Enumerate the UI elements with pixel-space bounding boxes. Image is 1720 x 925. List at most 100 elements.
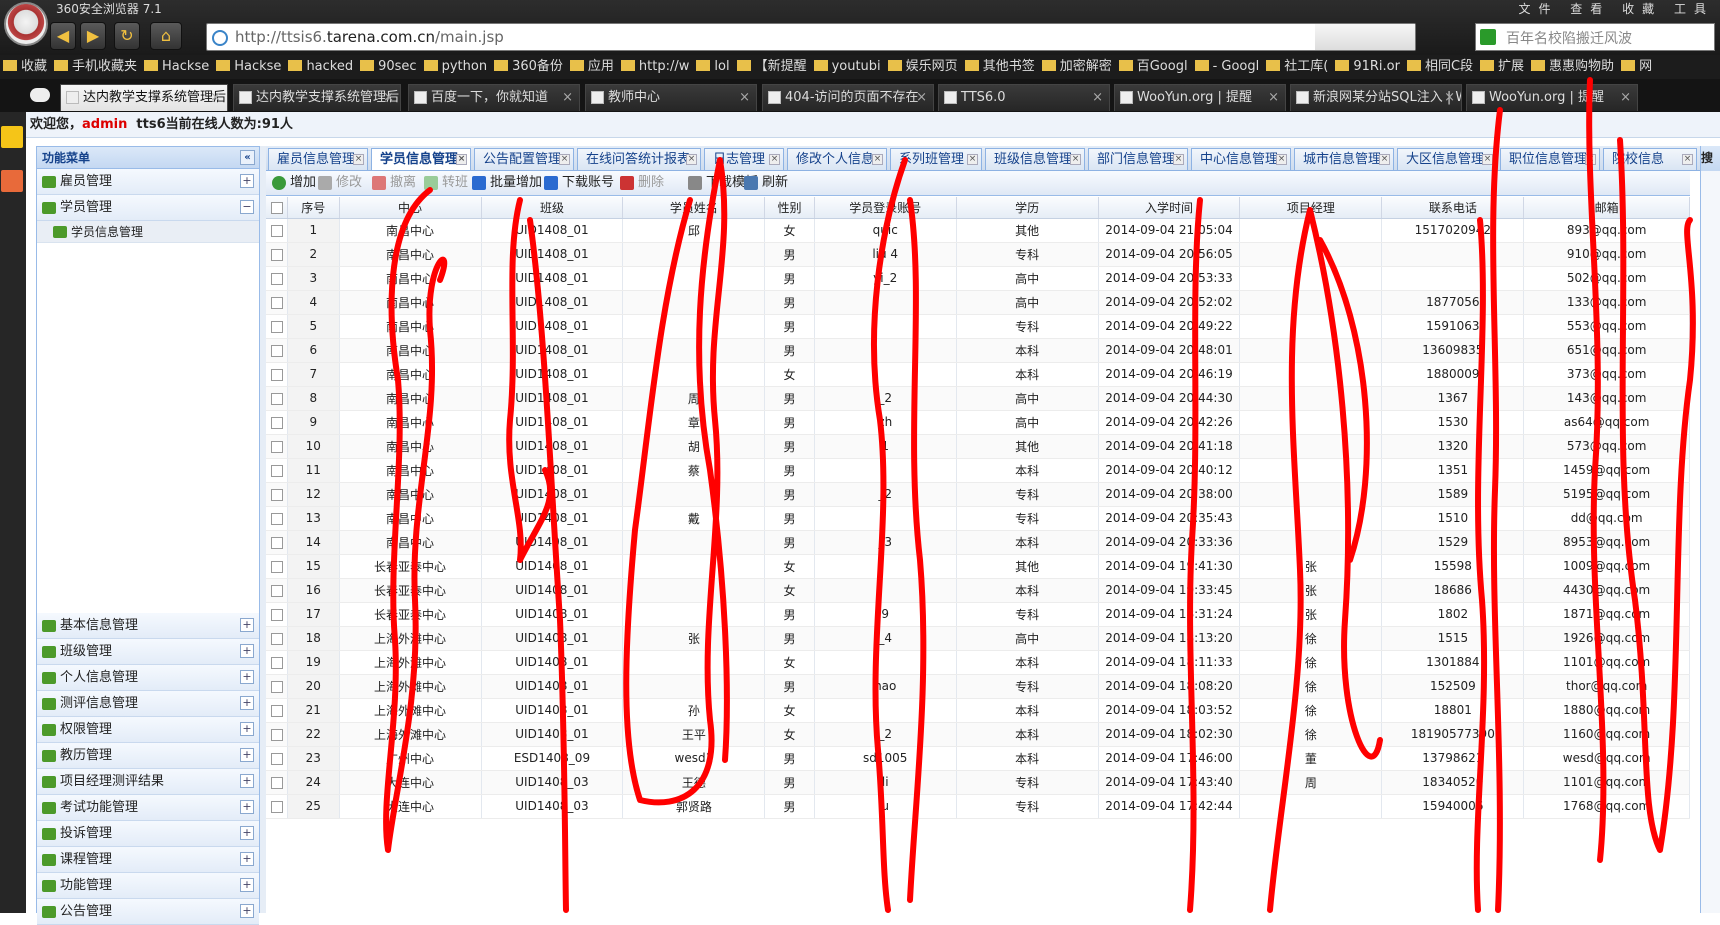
close-tab-icon[interactable]: × <box>916 85 927 110</box>
expand-icon[interactable]: + <box>240 722 254 736</box>
table-row[interactable]: 16 长春亚泰中心 UID1408_01 女 本科 2014-09-04 19:33:45… <box>266 578 1690 603</box>
row-checkbox-cell[interactable] <box>266 458 288 483</box>
sidebar-group[interactable]: 教历管理 + <box>37 743 259 769</box>
table-row[interactable]: 5 南昌中心 UID1408_01 男 专科 2014-09-04 20:49:22 159… <box>266 314 1690 339</box>
expand-icon[interactable]: + <box>240 774 254 788</box>
row-checkbox-cell[interactable] <box>266 218 288 243</box>
toolbar-button[interactable]: 转班 <box>424 175 468 191</box>
expand-icon[interactable]: + <box>240 852 254 866</box>
favorites-star-icon[interactable] <box>1 126 23 148</box>
row-checkbox-cell[interactable] <box>266 674 288 699</box>
bookmark-item[interactable]: 社工库( <box>1263 55 1332 79</box>
close-page-tab-icon[interactable]: × <box>1276 154 1287 165</box>
toolbar-button[interactable]: 批量增加 <box>472 175 542 191</box>
checkbox[interactable] <box>270 536 283 549</box>
sidebar-group-employee[interactable]: 雇员管理 + <box>37 169 259 195</box>
row-checkbox-cell[interactable] <box>266 386 288 411</box>
row-checkbox-cell[interactable] <box>266 578 288 603</box>
column-header[interactable]: 性别 <box>764 197 815 219</box>
bookmark-item[interactable]: 收藏 <box>0 55 51 79</box>
expand-icon[interactable]: + <box>240 800 254 814</box>
close-page-tab-icon[interactable]: × <box>353 154 364 165</box>
toolbar-button[interactable]: 撤离 <box>372 175 416 191</box>
bookmark-item[interactable]: http://w <box>618 55 693 79</box>
sidebar-item-student-info[interactable]: 学员信息管理 <box>37 221 259 243</box>
table-row[interactable]: 25 大连中心 UID1408_03 郭贤路男 u 专科 2014-09-04 17:42:… <box>266 794 1690 819</box>
row-checkbox-cell[interactable] <box>266 746 288 771</box>
table-row[interactable]: 12 南昌中心 UID1408_01 男 _2 专科 2014-09-04 20:38:00… <box>266 482 1690 507</box>
row-checkbox-cell[interactable] <box>266 242 288 267</box>
bookmark-item[interactable]: 娱乐网页 <box>885 55 962 79</box>
browser-tab[interactable]: 达内教学支撑系统管理后台 × <box>233 84 401 111</box>
table-row[interactable]: 20 上海外滩中心 UID1408_01 男 hao 专科 2014-09-04 18:08… <box>266 674 1690 699</box>
address-url[interactable]: http://ttsis6.tarena.com.cn/main.jsp <box>235 28 504 46</box>
bookmark-item[interactable]: youtubi <box>811 55 885 79</box>
browser-tab[interactable]: 新浪网某分站SQL注入 | W × <box>1290 84 1462 111</box>
checkbox[interactable] <box>270 608 283 621</box>
page-tab[interactable]: 修改个人信息 × <box>787 148 887 170</box>
checkbox[interactable] <box>270 440 283 453</box>
sidebar-group[interactable]: 测评信息管理 + <box>37 691 259 717</box>
checkbox[interactable] <box>270 776 283 789</box>
address-tools[interactable] <box>1315 24 1415 50</box>
row-checkbox-cell[interactable] <box>266 434 288 459</box>
menu-view[interactable]: 查看 <box>1570 2 1610 16</box>
toolbar-button[interactable]: 删除 <box>620 175 664 191</box>
browser-tab[interactable]: WooYun.org | 提醒 × <box>1466 84 1638 111</box>
row-checkbox-cell[interactable] <box>266 482 288 507</box>
select-all-checkbox[interactable] <box>266 197 288 219</box>
expand-icon[interactable]: + <box>240 644 254 658</box>
browser-tab[interactable]: WooYun.org | 提醒 × <box>1114 84 1286 111</box>
checkbox[interactable] <box>270 296 283 309</box>
column-header[interactable]: 联系电话 <box>1381 197 1525 219</box>
collapse-icon[interactable]: « <box>240 150 255 165</box>
bookmark-item[interactable]: python <box>421 55 491 79</box>
sidebar-group-student[interactable]: 学员管理 − <box>37 195 259 221</box>
table-row[interactable]: 10 南昌中心 UID1408_01 胡男 1 其他 2014-09-04 20:41:18… <box>266 434 1690 459</box>
browser-tab[interactable]: 达内教学支撑系统管理后台 × <box>60 84 228 111</box>
table-row[interactable]: 1 南昌中心 UID1408_01 邱女 quic 其他 2014-09-04 21:05:… <box>266 218 1690 243</box>
bookmark-item[interactable]: - Googl <box>1192 55 1264 79</box>
table-row[interactable]: 18 上海外滩中心 UID1408_01 张男 _4 高中 2014-09-04 18:13… <box>266 626 1690 651</box>
close-page-tab-icon[interactable]: × <box>1682 154 1693 165</box>
table-row[interactable]: 8 南昌中心 UID1408_01 周男 _2 高中 2014-09-04 20:44:30… <box>266 386 1690 411</box>
collapse-group-icon[interactable]: − <box>240 200 254 214</box>
table-row[interactable]: 19 上海外滩中心 UID1408_01 女 本科 2014-09-04 18:11:33… <box>266 650 1690 675</box>
sidebar-group[interactable]: 权限管理 + <box>37 717 259 743</box>
back-button[interactable]: ◀ <box>50 22 76 50</box>
table-row[interactable]: 9 南昌中心 UID1408_01 章男 zh 高中 2014-09-04 20:42:26… <box>266 410 1690 435</box>
close-page-tab-icon[interactable]: × <box>1585 154 1596 165</box>
checkbox[interactable] <box>270 560 283 573</box>
checkbox[interactable] <box>270 704 283 717</box>
checkbox[interactable] <box>270 752 283 765</box>
checkbox[interactable] <box>270 656 283 669</box>
bookmark-item[interactable]: 百Googl <box>1116 55 1192 79</box>
bookmark-item[interactable]: 网 <box>1618 55 1656 79</box>
column-header[interactable]: 学员登录账号 <box>814 197 957 219</box>
row-checkbox-cell[interactable] <box>266 506 288 531</box>
bookmark-item[interactable]: 加密解密 <box>1039 55 1116 79</box>
table-row[interactable]: 15 长春亚泰中心 UID1408_01 女 其他 2014-09-04 19:41:30… <box>266 554 1690 579</box>
bookmark-item[interactable]: 惠惠购物助 <box>1528 55 1618 79</box>
bookmark-item[interactable]: 相同C段 <box>1404 55 1477 79</box>
menu-favorites[interactable]: 收藏 <box>1622 2 1662 16</box>
bookmark-item[interactable]: 360备份 <box>491 55 567 79</box>
sidebar-group[interactable]: 项目经理测评结果 + <box>37 769 259 795</box>
row-checkbox-cell[interactable] <box>266 650 288 675</box>
sidebar-group[interactable]: 个人信息管理 + <box>37 665 259 691</box>
checkbox[interactable] <box>270 368 283 381</box>
checkbox[interactable] <box>270 632 283 645</box>
page-tab[interactable]: 中心信息管理 × <box>1191 148 1291 170</box>
toolbar-button[interactable]: 刷新 <box>744 175 788 191</box>
app-icon[interactable] <box>1 170 23 192</box>
expand-icon[interactable]: + <box>240 618 254 632</box>
column-header[interactable]: 学员姓名 <box>622 197 766 219</box>
column-header[interactable]: 邮箱 <box>1523 197 1690 219</box>
table-row[interactable]: 14 南昌中心 UID1408_01 男 _3 本科 2014-09-04 20:33:36… <box>266 530 1690 555</box>
row-checkbox-cell[interactable] <box>266 410 288 435</box>
bookmark-item[interactable]: 90sec <box>357 55 420 79</box>
bookmark-item[interactable]: 应用 <box>567 55 618 79</box>
close-page-tab-icon[interactable]: × <box>872 154 883 165</box>
bookmark-item[interactable]: 【新提醒 <box>734 55 811 79</box>
bookmark-item[interactable]: 扩展 <box>1477 55 1528 79</box>
